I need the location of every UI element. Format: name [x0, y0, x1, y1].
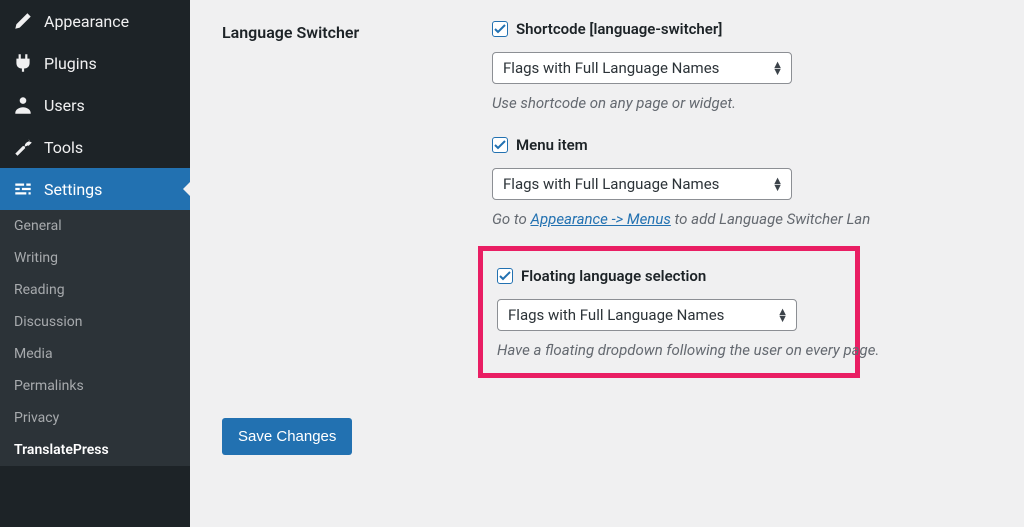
- menu-item-select[interactable]: Flags with Full Language Names ▲▼: [492, 168, 792, 200]
- menu-item-label: Menu item: [516, 136, 588, 154]
- save-button[interactable]: Save Changes: [222, 418, 352, 455]
- select-arrows-icon: ▲▼: [777, 308, 788, 322]
- appearance-menus-link[interactable]: Appearance -> Menus: [531, 210, 671, 228]
- admin-sidebar: Appearance Plugins Users Tools Settings …: [0, 0, 190, 527]
- select-value: Flags with Full Language Names: [503, 175, 719, 193]
- settings-content: Language Switcher Shortcode [language-sw…: [190, 0, 1024, 527]
- shortcode-label: Shortcode [language-switcher]: [516, 20, 722, 38]
- section-label: Language Switcher: [222, 20, 492, 42]
- shortcode-description: Use shortcode on any page or widget.: [492, 94, 1004, 112]
- submenu-permalinks[interactable]: Permalinks: [0, 370, 190, 402]
- wrench-icon: [12, 136, 34, 158]
- submenu-writing[interactable]: Writing: [0, 242, 190, 274]
- floating-checkbox[interactable]: [497, 268, 513, 284]
- submenu-translatepress[interactable]: TranslatePress: [0, 434, 190, 466]
- floating-description: Have a floating dropdown following the u…: [497, 341, 841, 359]
- menu-label: Tools: [44, 138, 83, 157]
- submenu-reading[interactable]: Reading: [0, 274, 190, 306]
- menu-item-checkbox[interactable]: [492, 137, 508, 153]
- sidebar-item-tools[interactable]: Tools: [0, 126, 190, 168]
- brush-icon: [12, 10, 34, 32]
- menu-label: Settings: [44, 180, 102, 199]
- shortcode-checkbox[interactable]: [492, 21, 508, 37]
- menu-item-description: Go to Appearance -> Menus to add Languag…: [492, 210, 1004, 228]
- sidebar-item-users[interactable]: Users: [0, 84, 190, 126]
- select-arrows-icon: ▲▼: [772, 177, 783, 191]
- submenu-media[interactable]: Media: [0, 338, 190, 370]
- menu-label: Appearance: [44, 12, 129, 31]
- shortcode-option: Shortcode [language-switcher] Flags with…: [492, 20, 1004, 112]
- select-value: Flags with Full Language Names: [503, 59, 719, 77]
- floating-label: Floating language selection: [521, 267, 706, 285]
- submenu-privacy[interactable]: Privacy: [0, 402, 190, 434]
- menu-item-option: Menu item Flags with Full Language Names…: [492, 136, 1004, 228]
- plug-icon: [12, 52, 34, 74]
- floating-option: Floating language selection Flags with F…: [497, 267, 841, 359]
- sliders-icon: [12, 178, 34, 200]
- submenu-general[interactable]: General: [0, 210, 190, 242]
- sidebar-item-settings[interactable]: Settings: [0, 168, 190, 210]
- submenu-discussion[interactable]: Discussion: [0, 306, 190, 338]
- menu-label: Plugins: [44, 54, 97, 73]
- select-arrows-icon: ▲▼: [772, 61, 783, 75]
- select-value: Flags with Full Language Names: [508, 306, 724, 324]
- sidebar-item-appearance[interactable]: Appearance: [0, 0, 190, 42]
- user-icon: [12, 94, 34, 116]
- floating-select[interactable]: Flags with Full Language Names ▲▼: [497, 299, 797, 331]
- floating-highlight: Floating language selection Flags with F…: [478, 246, 860, 378]
- shortcode-select[interactable]: Flags with Full Language Names ▲▼: [492, 52, 792, 84]
- sidebar-item-plugins[interactable]: Plugins: [0, 42, 190, 84]
- menu-label: Users: [44, 96, 85, 115]
